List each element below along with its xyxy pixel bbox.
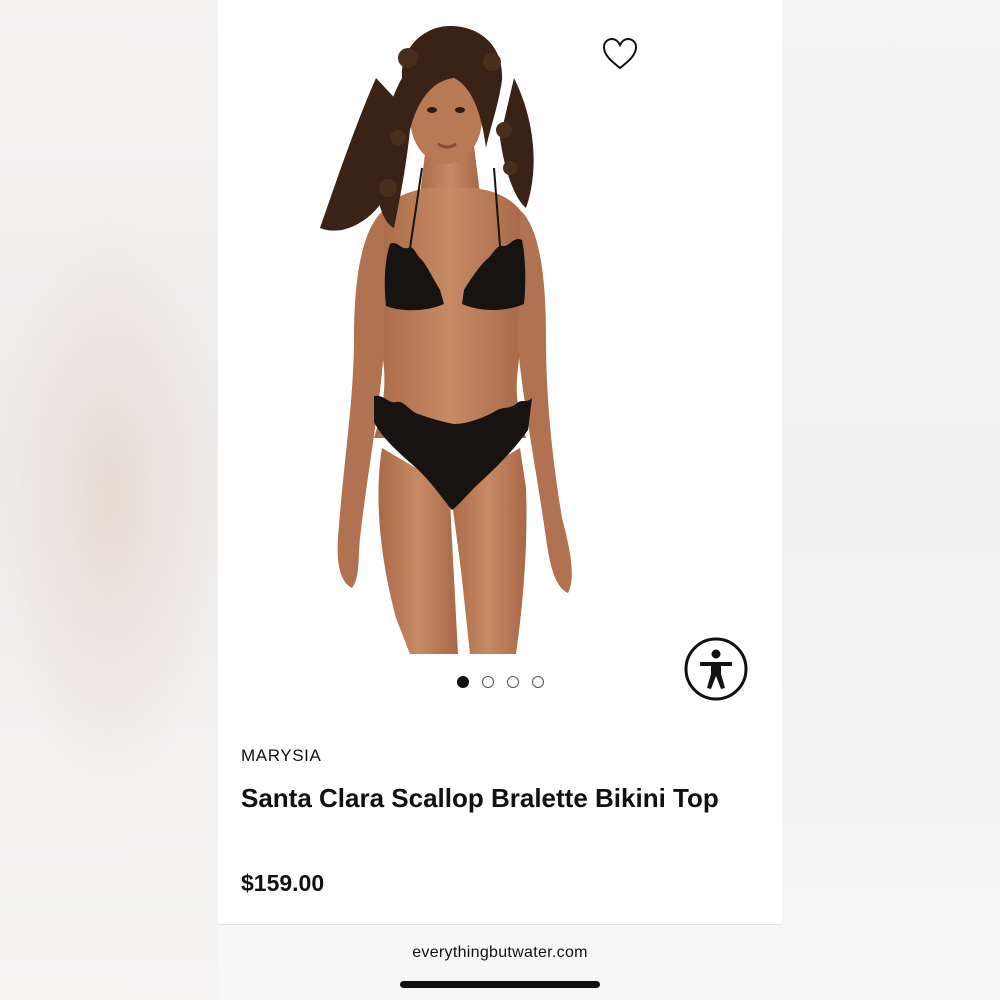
blurred-backdrop-left xyxy=(0,0,218,1000)
product-title: Santa Clara Scallop Bralette Bikini Top xyxy=(241,783,719,813)
accessibility-person-icon[interactable] xyxy=(683,636,749,702)
home-indicator[interactable] xyxy=(400,981,600,988)
product-price: $159.00 xyxy=(241,870,325,896)
phone-screen: MARYSIA Santa Clara Scallop Bralette Bik… xyxy=(218,0,782,1000)
carousel-dot-2[interactable] xyxy=(481,676,494,688)
blurred-backdrop-right xyxy=(782,0,1000,1000)
carousel-dot-4[interactable] xyxy=(531,676,544,688)
heart-icon[interactable] xyxy=(601,36,639,72)
product-image[interactable] xyxy=(314,18,590,654)
carousel-dot-3[interactable] xyxy=(506,676,519,688)
product-brand[interactable]: MARYSIA xyxy=(241,746,321,766)
browser-address-bar[interactable]: everythingbutwater.com xyxy=(218,924,782,1000)
browser-url[interactable]: everythingbutwater.com xyxy=(218,944,782,962)
carousel-dot-1[interactable] xyxy=(456,676,469,688)
